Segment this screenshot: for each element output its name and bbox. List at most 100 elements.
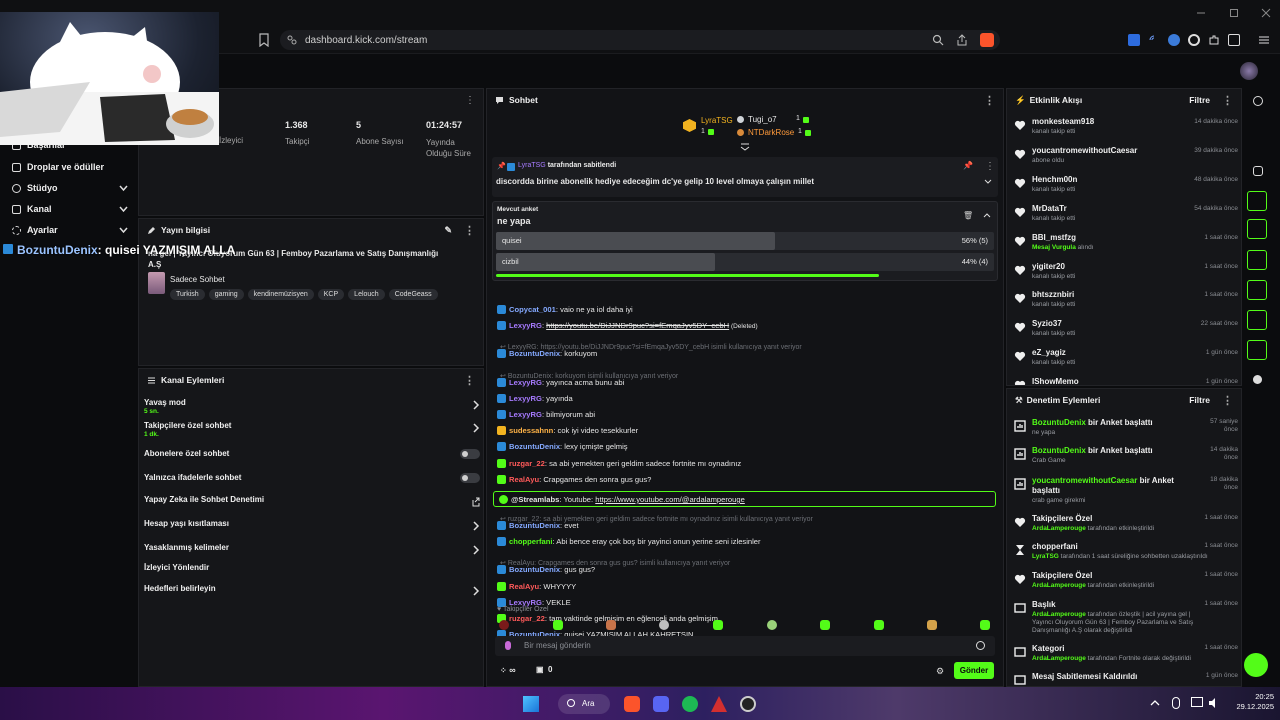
chat-username[interactable]: LexyyRG [509, 321, 542, 330]
emote-icon[interactable] [659, 620, 669, 630]
avatar[interactable] [1240, 62, 1258, 80]
chat-username[interactable]: BozuntuDenix [509, 565, 560, 574]
camera-icon[interactable] [1253, 166, 1263, 176]
chat-message[interactable]: LexyyRG: yayınca acma bunu abi [497, 377, 624, 387]
help-chat-button[interactable] [1244, 653, 1268, 677]
chat-input[interactable]: Bir mesaj gönderin [495, 636, 995, 656]
menu-icon[interactable] [1258, 34, 1270, 46]
chat-message[interactable]: sudessahnn: cok iyi video tesekkurler [497, 426, 638, 436]
chat-username[interactable]: LexyyRG [509, 410, 542, 419]
activity-item[interactable]: bhtszznbiri kanalı takip etti 1 saat önce [1014, 288, 1238, 316]
send-button[interactable]: Gönder [954, 662, 994, 679]
quick-action-chat[interactable] [1247, 250, 1267, 270]
chat-message[interactable]: LexyyRG: yayında [497, 393, 573, 403]
host-row[interactable]: İzleyici Yönlendir [144, 563, 480, 572]
close-icon[interactable] [1261, 8, 1271, 18]
vpn-icon[interactable] [1188, 34, 1200, 46]
spotify-taskbar-icon[interactable] [682, 696, 698, 712]
activity-item[interactable]: eZ_yagiz kanalı takip etti 1 gün önce [1014, 346, 1238, 374]
bookmark-icon[interactable] [258, 33, 270, 47]
zoom-icon[interactable] [932, 34, 944, 46]
chat-message[interactable]: LexyyRG: bilmiyorum abi [497, 410, 595, 419]
tag[interactable]: Turkish [170, 289, 205, 300]
activity-item[interactable]: yigiter20 kanalı takip etti 1 saat önce [1014, 260, 1238, 288]
emote-only-toggle[interactable] [460, 473, 480, 483]
puzzle-icon[interactable] [1208, 34, 1220, 46]
tag[interactable]: KCP [317, 289, 345, 300]
stream-category[interactable]: Sadece Sohbet [170, 275, 225, 284]
share-icon[interactable] [956, 34, 968, 46]
start-icon[interactable] [523, 696, 539, 712]
quick-action-tools[interactable] [1247, 340, 1267, 360]
collapse-gifters-icon[interactable] [740, 143, 750, 151]
tag[interactable]: Lelouch [348, 289, 385, 300]
tray-chevron-icon[interactable] [1150, 698, 1160, 708]
activity-item[interactable]: Henchm00n kanalı takip etti 48 dakika önce [1014, 173, 1238, 201]
slow-mode-row[interactable]: Yavaş mod 5 sn. [144, 398, 480, 415]
activity-item[interactable]: Syzio37 kanalı takip etti 22 saat önce [1014, 317, 1238, 345]
stream-info-kebab-icon[interactable]: ⋮ [464, 224, 475, 237]
obs-taskbar-icon[interactable] [740, 696, 756, 712]
chat-message[interactable]: BozuntuDenix: lexy içmişte gelmiş [497, 442, 628, 452]
gifter-name[interactable]: NTDarkRose [748, 128, 794, 137]
quick-action-notes[interactable] [1247, 219, 1267, 239]
quick-action-clips[interactable] [1247, 310, 1267, 330]
extension-icon[interactable] [1168, 34, 1180, 46]
translate-icon[interactable] [1128, 34, 1140, 46]
sidebar-toggle-icon[interactable] [1228, 34, 1240, 46]
chat-kebab-icon[interactable]: ⋮ [984, 94, 995, 107]
unpin-icon[interactable]: 📌 [963, 161, 973, 170]
chat-username[interactable]: sudessahnn [509, 426, 553, 435]
brave-taskbar-icon[interactable] [624, 696, 640, 712]
chat-username[interactable]: BozuntuDenix [509, 349, 560, 358]
taskbar-clock[interactable]: 20:25 29.12.2025 [1224, 692, 1274, 712]
chat-username[interactable]: LexyyRG [509, 378, 542, 387]
goals-row[interactable]: Hedefleri belirleyin [144, 584, 480, 596]
moderation-filter-button[interactable]: Filtre [1189, 395, 1210, 405]
emote-icon[interactable] [499, 620, 509, 630]
chat-message[interactable]: RealAyu: WHYYYY [497, 581, 576, 591]
emote-icon[interactable] [767, 620, 777, 630]
chat-message[interactable]: LexyyRG: https://youtu.be/DiJJNDr9puc?si… [497, 321, 758, 331]
activity-item[interactable]: monkesteam918 kanalı takip etti 14 dakika … [1014, 115, 1238, 143]
quick-action-lightning[interactable] [1247, 191, 1267, 211]
chat-message[interactable]: chopperfani: Abi bence eray çok boş bir … [497, 537, 761, 547]
poll-option[interactable]: quisei 56% (5) [496, 232, 994, 250]
tag[interactable]: CodeGeass [388, 289, 438, 300]
edit-icon[interactable]: ✎ [444, 225, 452, 236]
network-icon[interactable] [1191, 697, 1203, 707]
gift-sub-counter[interactable]: ▣ 0 [536, 665, 552, 674]
activity-item[interactable]: IShowMemo 1 gün önce [1014, 375, 1238, 386]
collapse-poll-icon[interactable] [983, 212, 991, 218]
chat-username[interactable]: Copycat_001 [509, 305, 556, 314]
chat-username[interactable]: BozuntuDenix [509, 442, 560, 451]
emote-icon[interactable] [606, 620, 616, 630]
channel-actions-kebab-icon[interactable]: ⋮ [464, 374, 475, 387]
chat-link[interactable]: https://youtu.be/DiJJNDr9puc?si=fEmqaJyv… [546, 321, 729, 330]
gifter-name[interactable]: Tugi_o7 [748, 115, 777, 124]
app-taskbar-icon[interactable] [711, 696, 727, 712]
activity-kebab-icon[interactable]: ⋮ [1222, 94, 1233, 107]
chat-message-highlighted[interactable]: @Streamlabs: Youtube: https://www.youtub… [493, 491, 996, 507]
url-bar[interactable]: dashboard.kick.com/stream [280, 30, 1000, 50]
audio-icon[interactable] [1148, 34, 1160, 46]
tag[interactable]: gaming [208, 289, 244, 300]
emote-icon[interactable] [927, 620, 937, 630]
emote-icon[interactable] [980, 620, 990, 630]
brave-shield-icon[interactable] [980, 33, 994, 47]
emote-icon[interactable] [874, 620, 884, 630]
poll-option[interactable]: cizbil 44% (4) [496, 253, 994, 271]
pinned-kebab-icon[interactable]: ⋮ [985, 161, 995, 172]
volume-icon[interactable] [1208, 697, 1220, 709]
chat-username[interactable]: BozuntuDenix [509, 521, 560, 530]
activity-filter-button[interactable]: Filtre [1189, 95, 1210, 105]
emote-icon[interactable] [820, 620, 830, 630]
chat-username[interactable]: RealAyu [509, 475, 539, 484]
emote-icon[interactable] [553, 620, 563, 630]
microphone-icon[interactable] [1172, 697, 1180, 709]
activity-item[interactable]: MrDataTr kanalı takip etti 54 dakika önce [1014, 202, 1238, 230]
chat-message[interactable]: RealAyu: Crapgames den sonra gus gus? [497, 474, 651, 484]
account-age-row[interactable]: Hesap yaşı kısıtlaması [144, 519, 480, 531]
add-action-icon[interactable] [1253, 375, 1262, 384]
channel-points[interactable]: ⁘ ∞ [500, 665, 516, 675]
